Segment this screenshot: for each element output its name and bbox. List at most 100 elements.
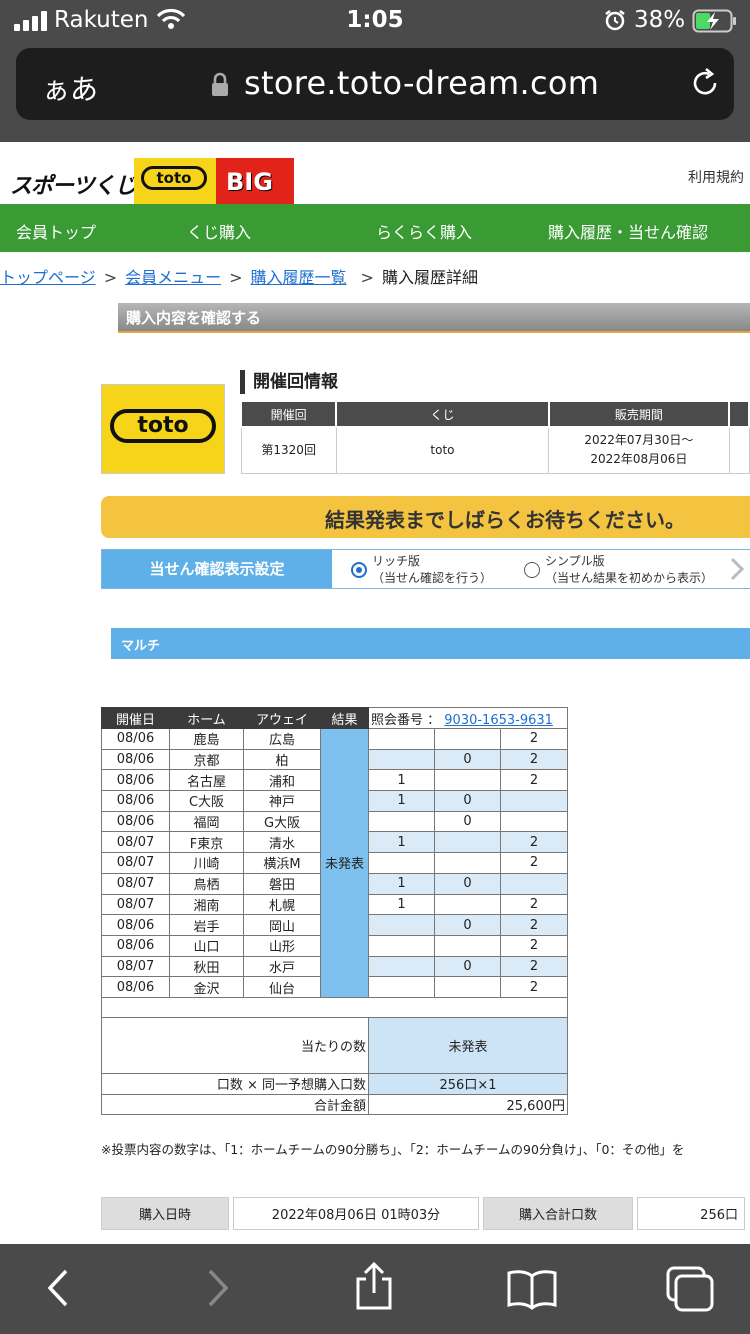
pick-home-loss: 2 (500, 976, 568, 998)
home-team: 湘南 (169, 893, 244, 916)
pick-home-loss (500, 872, 568, 895)
home-team: F東京 (169, 831, 244, 854)
away-team: 浦和 (243, 769, 321, 792)
units-label: 口数 × 同一予想購入口数 (101, 1072, 369, 1095)
big-logo[interactable]: BIG (216, 158, 294, 204)
pick-home-win (368, 810, 435, 833)
pick-home-win: 1 (368, 790, 435, 812)
pick-home-win (368, 976, 435, 998)
pick-other: 0 (434, 955, 501, 978)
lock-icon (212, 72, 228, 96)
result-pending-notice: 結果発表までしばらくお待ちください。 (101, 496, 750, 538)
tabs-icon[interactable] (664, 1264, 716, 1314)
pick-home-loss: 2 (500, 955, 568, 978)
pick-home-loss: 2 (500, 748, 568, 771)
reader-options-button[interactable]: ぁあ (42, 68, 98, 108)
match-date: 08/06 (101, 934, 170, 957)
away-team: 岡山 (243, 914, 321, 936)
pick-other (434, 976, 501, 998)
pick-home-loss: 2 (500, 893, 568, 916)
share-icon[interactable] (352, 1262, 396, 1312)
away-team: 神戸 (243, 790, 321, 812)
simple-version-label[interactable]: シンプル版 （当せん結果を初めから表示） (545, 553, 713, 587)
home-team: 秋田 (169, 955, 244, 978)
units-value: 256口×1 (368, 1072, 568, 1095)
toto-lottery-logo: toto (101, 384, 225, 474)
breadcrumb-top[interactable]: トップページ (0, 268, 96, 287)
round-info-table: 開催回 くじ 販売期間 第1320回 toto 2022年07月30日〜 2022… (239, 400, 750, 474)
pick-home-win (368, 748, 435, 771)
chevron-right-icon[interactable] (730, 557, 744, 581)
round-number: 第1320回 (240, 426, 337, 474)
display-setting: 当せん確認表示設定 リッチ版 （当せん確認を行う） シンプル版 （当せん結果を初めか… (101, 549, 750, 589)
pick-home-loss: 2 (500, 852, 568, 874)
pick-home-win (368, 934, 435, 957)
reference-number-link[interactable]: 9030-1653-9631 (444, 713, 553, 728)
forward-icon[interactable] (204, 1268, 232, 1308)
match-date: 08/06 (101, 748, 170, 771)
nav-member-top[interactable]: 会員トップ (16, 219, 96, 243)
sports-kuji-logo[interactable]: スポーツくじ (10, 168, 137, 200)
win-count-value: 未発表 (368, 1016, 568, 1074)
bookmarks-icon[interactable] (506, 1268, 558, 1310)
total-label: 合計金額 (101, 1093, 369, 1116)
breadcrumb-history[interactable]: 購入履歴一覧 (251, 268, 347, 287)
section-underline (118, 331, 750, 333)
away-team: G大阪 (243, 810, 321, 833)
away-team: 水戸 (243, 955, 321, 978)
breadcrumb-member[interactable]: 会員メニュー (125, 268, 221, 287)
round-info-title: 開催回情報 (240, 370, 338, 394)
match-date: 08/07 (101, 831, 170, 854)
pick-other: 0 (434, 748, 501, 771)
match-table: 開催日 ホーム アウェイ 結果 照会番号 ： 9030-1653-9631 08… (101, 707, 568, 1116)
pick-home-win: 1 (368, 831, 435, 854)
nav-history[interactable]: 購入履歴・当せん確認 (548, 219, 708, 243)
alarm-icon (605, 10, 625, 31)
win-count-label: 当たりの数 (101, 1016, 369, 1074)
match-date: 08/06 (101, 976, 170, 998)
vote-footnote: ※投票内容の数字は、「1：ホームチームの90分勝ち」、「2：ホームチームの90分… (101, 1142, 685, 1157)
home-team: 福岡 (169, 810, 244, 833)
pick-home-loss: 2 (500, 934, 568, 957)
back-icon[interactable] (44, 1268, 72, 1308)
simple-version-radio[interactable] (524, 562, 540, 578)
sales-period: 2022年07月30日〜 2022年08月06日 (548, 426, 730, 474)
home-team: 山口 (169, 934, 244, 957)
pick-other: 0 (434, 914, 501, 936)
pick-home-win: 1 (368, 769, 435, 792)
site-header: スポーツくじ toto BIG 利用規約 (0, 142, 750, 204)
total-value: 25,600円 (368, 1093, 568, 1116)
away-team: 清水 (243, 831, 321, 854)
pick-home-win: 1 (368, 872, 435, 895)
purchase-date-value: 2022年08月06日 01時03分 (233, 1197, 479, 1230)
home-team: 金沢 (169, 976, 244, 998)
rich-version-label[interactable]: リッチ版 （当せん確認を行う） (372, 553, 492, 587)
reload-icon[interactable] (688, 66, 722, 100)
browser-toolbar (0, 1244, 750, 1334)
pick-home-win (368, 728, 435, 750)
pick-home-loss: 2 (500, 914, 568, 936)
match-date: 08/07 (101, 852, 170, 874)
home-team: 岩手 (169, 914, 244, 936)
browser-chrome-top: Rakuten 1:05 38% ぁあ store.toto-dream.com (0, 0, 750, 142)
match-date: 08/06 (101, 728, 170, 750)
toto-logo[interactable]: toto (134, 158, 216, 204)
breadcrumb: トップページ > 会員メニュー > 購入履歴一覧 > 購入履歴詳細 (0, 268, 478, 287)
nav-purchase[interactable]: くじ購入 (187, 219, 251, 243)
rich-version-radio[interactable] (351, 562, 367, 578)
terms-link[interactable]: 利用規約 (688, 167, 744, 187)
pick-home-win (368, 852, 435, 874)
pick-other: 0 (434, 790, 501, 812)
url-text[interactable]: store.toto-dream.com (244, 64, 599, 102)
reference-number: 照会番号 ： 9030-1653-9631 (368, 707, 568, 729)
lottery-type: toto (335, 426, 550, 474)
nav-easy-purchase[interactable]: らくらく購入 (376, 219, 472, 243)
pick-other (434, 893, 501, 916)
home-team: 川崎 (169, 852, 244, 874)
home-team: C大阪 (169, 790, 244, 812)
pick-home-win (368, 914, 435, 936)
purchase-date-label: 購入日時 (101, 1197, 229, 1230)
address-bar[interactable]: ぁあ store.toto-dream.com (16, 48, 734, 120)
away-team: 横浜M (243, 852, 321, 874)
home-team: 鳥栖 (169, 872, 244, 895)
